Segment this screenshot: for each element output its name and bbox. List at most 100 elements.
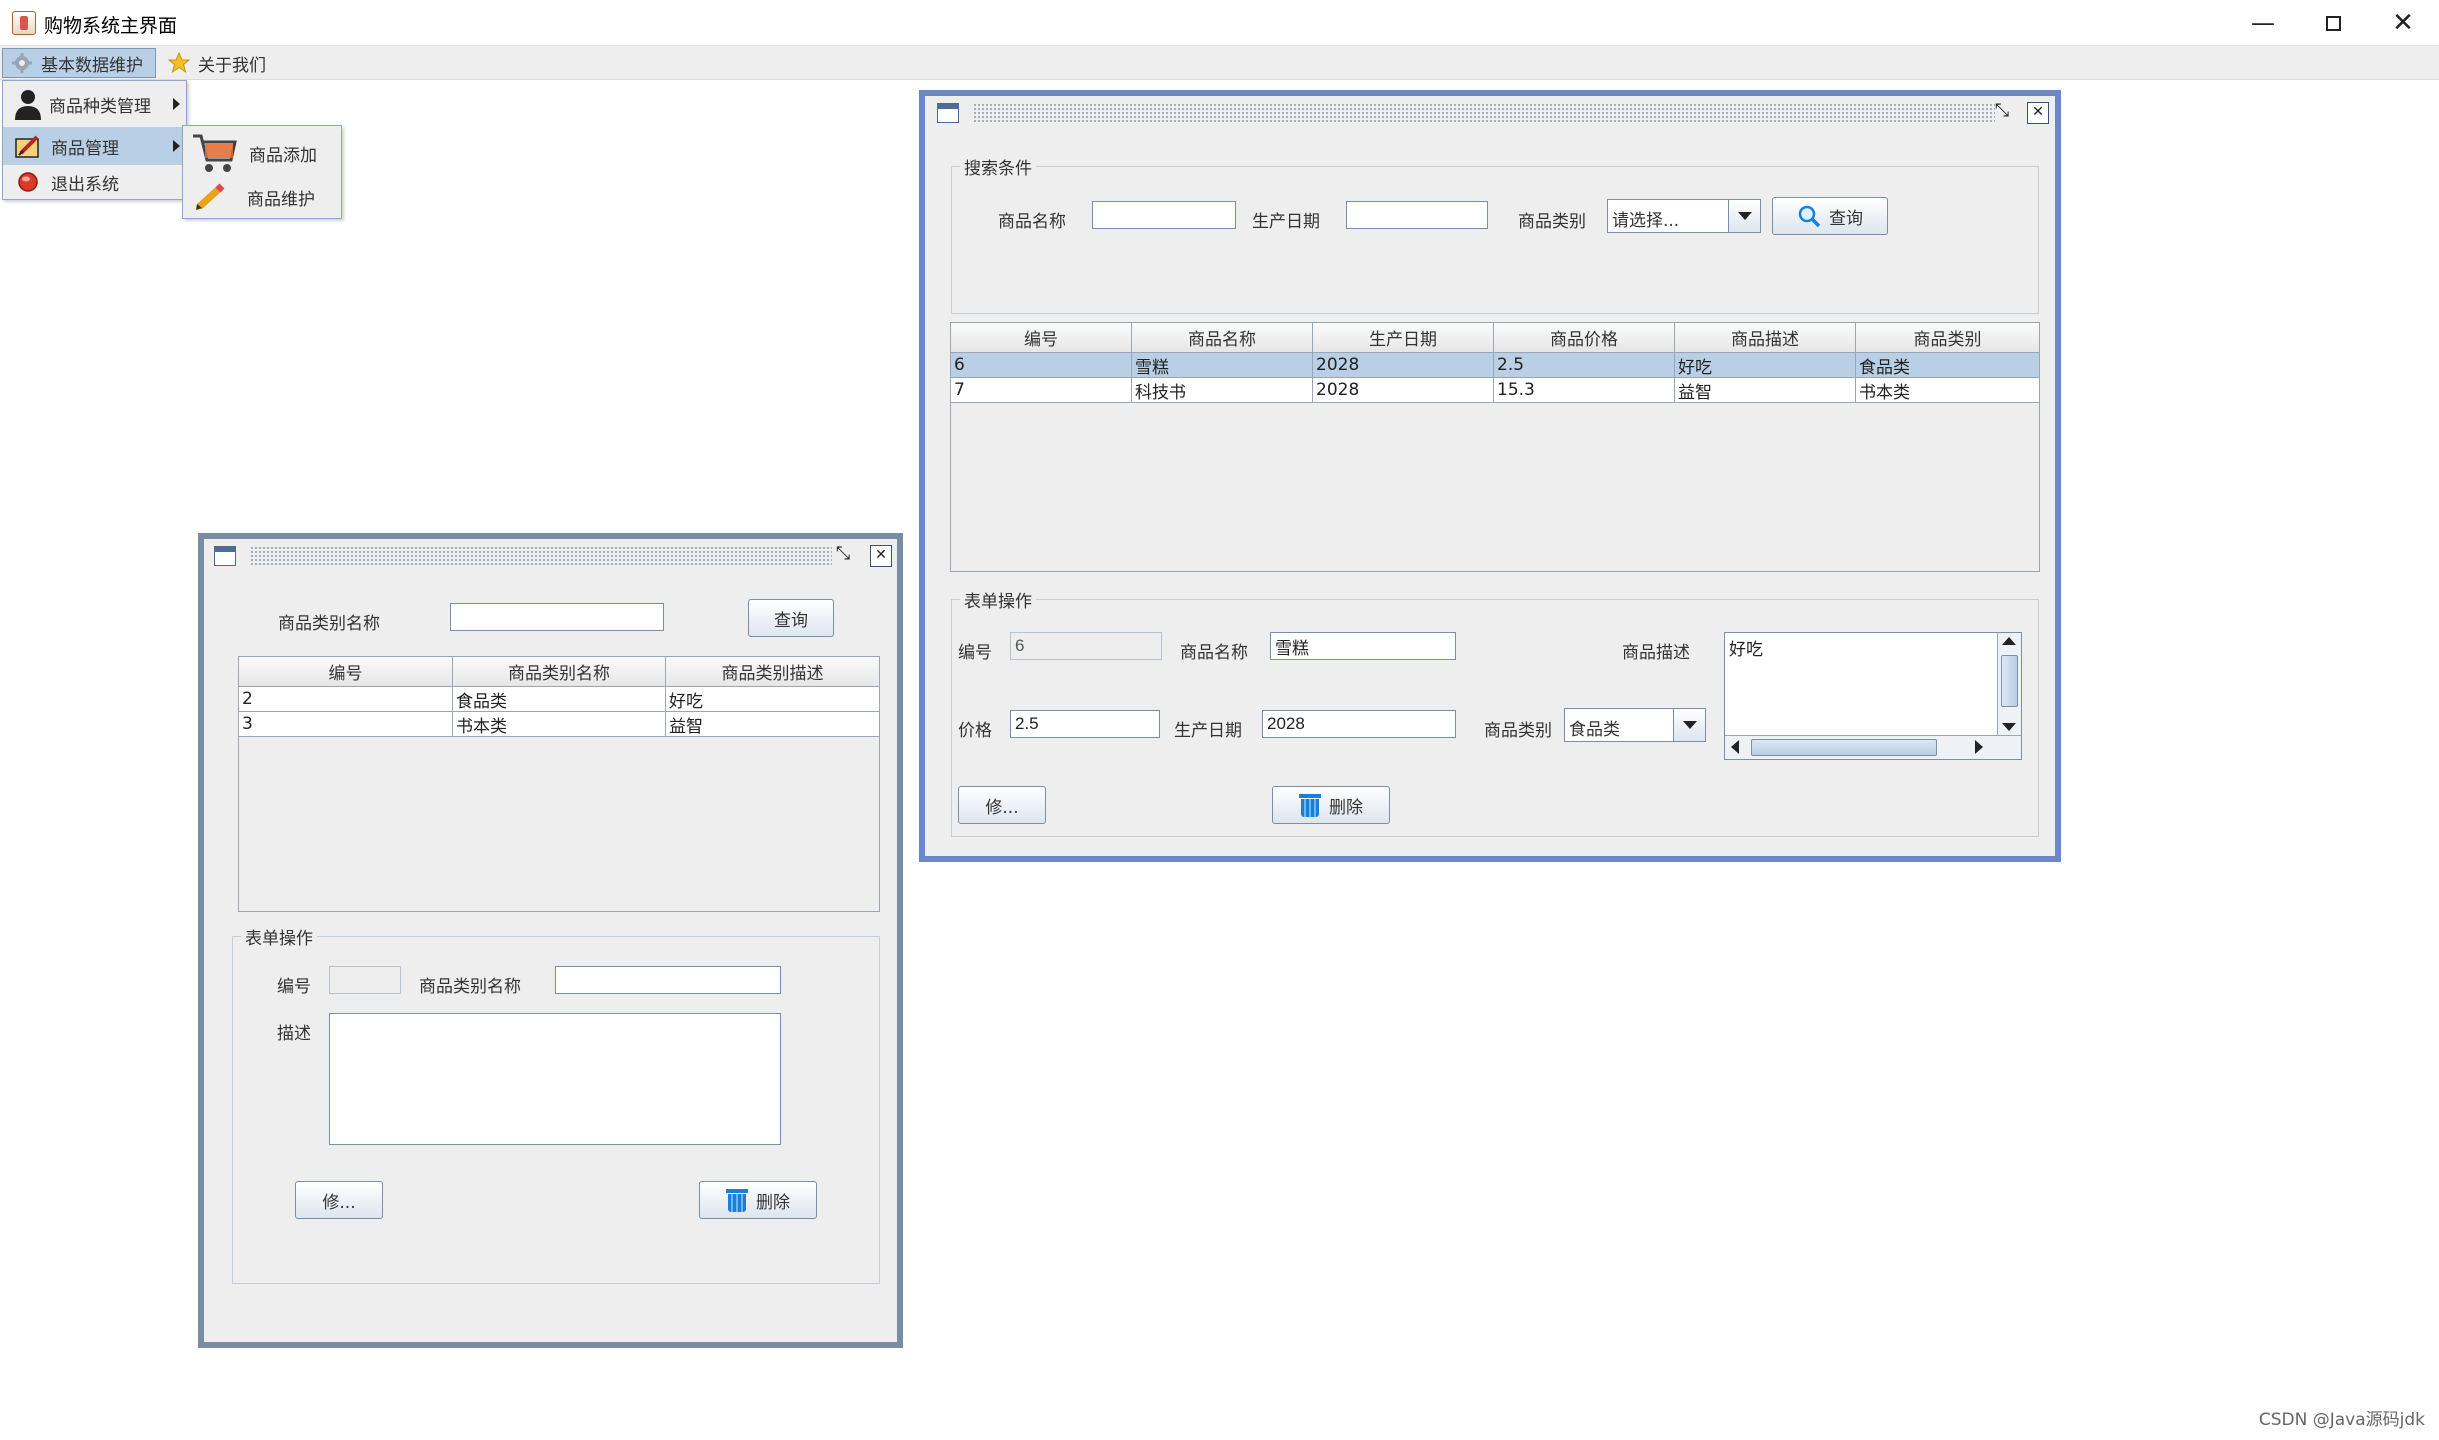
frame-titlebar[interactable]: ⤡ ✕ [204, 539, 897, 573]
product-query-button[interactable]: 查询 [1772, 197, 1888, 235]
table-cell: 科技书 [1132, 378, 1313, 403]
product-category-combobox[interactable]: 食品类 [1564, 708, 1706, 742]
product-id-label: 编号 [958, 643, 992, 663]
combobox-value: 食品类 [1569, 720, 1620, 740]
search-conditions-group: 搜索条件 商品名称 生产日期 商品类别 请选择... 查询 [951, 154, 2039, 314]
column-header[interactable]: 商品类别描述 [666, 657, 879, 687]
table-row[interactable]: 2 食品类 好吃 [239, 687, 879, 712]
search-icon [1797, 204, 1821, 228]
user-icon [11, 87, 45, 121]
product-id-field[interactable] [1010, 632, 1162, 660]
category-delete-button[interactable]: 删除 [699, 1181, 817, 1219]
table-cell: 益智 [666, 712, 879, 737]
category-id-label: 编号 [277, 977, 311, 997]
product-table[interactable]: 编号 商品名称 生产日期 商品价格 商品描述 商品类别 6 雪糕 2028 2.… [950, 322, 2040, 572]
category-id-field[interactable] [329, 966, 401, 994]
menu-item-maintain-product-label: 商品维护 [247, 189, 315, 210]
column-header[interactable]: 编号 [951, 323, 1132, 353]
table-cell: 好吃 [666, 687, 879, 712]
scroll-right-icon[interactable] [1975, 740, 1983, 754]
column-header[interactable]: 商品名称 [1132, 323, 1313, 353]
gear-icon [11, 52, 33, 74]
table-row[interactable]: 7 科技书 2028 15.3 益智 书本类 [951, 378, 2039, 403]
price-label: 价格 [958, 721, 992, 741]
menu-item-add-product[interactable]: 商品添加 [183, 130, 341, 176]
edit-icon [15, 133, 41, 159]
product-modify-button[interactable]: 修... [958, 786, 1046, 824]
chevron-down-icon[interactable] [1673, 709, 1705, 741]
chevron-down-icon[interactable] [1728, 200, 1760, 232]
table-header: 编号 商品名称 生产日期 商品价格 商品描述 商品类别 [951, 323, 2039, 353]
scroll-thumb[interactable] [2001, 655, 2018, 707]
product-query-label: 查询 [1829, 208, 1863, 229]
scroll-thumb[interactable] [1751, 739, 1937, 756]
minimize-button[interactable]: — [2228, 0, 2298, 46]
product-category-label: 商品类别 [1484, 721, 1552, 741]
product-delete-label: 删除 [1329, 797, 1363, 818]
table-cell: 食品类 [1856, 353, 2039, 378]
titlebar-grip [250, 546, 832, 566]
restore-icon[interactable]: ⤡ [1991, 102, 2013, 124]
menu-about-us[interactable]: 关于我们 [160, 48, 276, 78]
production-date-field[interactable] [1262, 710, 1456, 738]
close-frame-icon[interactable]: ✕ [870, 545, 892, 567]
price-field[interactable] [1010, 710, 1160, 738]
column-header[interactable]: 生产日期 [1313, 323, 1494, 353]
category-query-button[interactable]: 查询 [748, 599, 834, 637]
product-name-label: 商品名称 [1180, 643, 1248, 663]
menu-item-product-management-label: 商品管理 [51, 138, 119, 159]
frame-titlebar[interactable]: ⤡ ✕ [925, 96, 2055, 130]
close-frame-icon[interactable]: ✕ [2027, 102, 2049, 124]
search-group-title: 搜索条件 [960, 154, 1036, 179]
category-table[interactable]: 编号 商品类别名称 商品类别描述 2 食品类 好吃 3 书本类 益智 [238, 656, 880, 912]
table-cell: 雪糕 [1132, 353, 1313, 378]
category-name-field[interactable] [555, 966, 781, 994]
product-desc-label: 商品描述 [1622, 643, 1690, 663]
menu-item-exit-system-label: 退出系统 [51, 174, 119, 195]
product-name-field[interactable] [1270, 632, 1456, 660]
product-desc-text: 好吃 [1729, 640, 1763, 660]
category-name-search-input[interactable] [450, 603, 664, 631]
basic-data-menu-popup: 商品种类管理 商品管理 退出系统 [2, 80, 187, 200]
maximize-button[interactable] [2298, 0, 2368, 46]
menu-item-category-management[interactable]: 商品种类管理 [3, 85, 186, 123]
column-header[interactable]: 商品价格 [1494, 323, 1675, 353]
menu-item-product-management[interactable]: 商品管理 [3, 127, 186, 165]
category-management-frame: ⤡ ✕ 商品类别名称 查询 编号 商品类别名称 商品类别描述 2 食品类 好吃 … [198, 533, 903, 1348]
category-desc-label: 描述 [277, 1024, 311, 1044]
menu-item-exit-system[interactable]: 退出系统 [3, 163, 186, 201]
scroll-down-icon[interactable] [2002, 723, 2016, 731]
product-name-search-input[interactable] [1092, 201, 1236, 229]
table-cell: 益智 [1675, 378, 1856, 403]
product-delete-button[interactable]: 删除 [1272, 786, 1390, 824]
category-desc-textarea[interactable] [329, 1013, 781, 1145]
horizontal-scrollbar[interactable] [1725, 735, 2021, 759]
category-modify-button[interactable]: 修... [295, 1181, 383, 1219]
product-name-search-label: 商品名称 [998, 212, 1066, 232]
production-date-search-input[interactable] [1346, 201, 1488, 229]
column-header[interactable]: 商品类别 [1856, 323, 2039, 353]
table-row[interactable]: 3 书本类 益智 [239, 712, 879, 737]
scroll-up-icon[interactable] [2002, 637, 2016, 645]
column-header[interactable]: 商品类别名称 [453, 657, 666, 687]
close-button[interactable]: ✕ [2368, 0, 2438, 46]
column-header[interactable]: 编号 [239, 657, 453, 687]
window-title: 购物系统主界面 [44, 15, 178, 37]
star-icon [167, 51, 191, 74]
form-group-title: 表单操作 [960, 587, 1036, 612]
category-search-combobox[interactable]: 请选择... [1607, 199, 1761, 233]
combobox-value: 请选择... [1612, 211, 1680, 231]
restore-icon[interactable]: ⤡ [832, 545, 854, 567]
menubar: 基本数据维护 关于我们 [0, 46, 2439, 80]
form-group-title: 表单操作 [241, 924, 317, 949]
scroll-left-icon[interactable] [1731, 740, 1739, 754]
table-cell: 6 [951, 353, 1132, 378]
menu-item-add-product-label: 商品添加 [249, 145, 317, 166]
menu-basic-data[interactable]: 基本数据维护 [2, 48, 156, 78]
column-header[interactable]: 商品描述 [1675, 323, 1856, 353]
vertical-scrollbar[interactable] [1997, 633, 2021, 735]
exit-icon [15, 169, 41, 195]
product-desc-textarea[interactable]: 好吃 [1724, 632, 2022, 760]
menu-item-maintain-product[interactable]: 商品维护 [183, 178, 341, 216]
table-row-selected[interactable]: 6 雪糕 2028 2.5 好吃 食品类 [951, 353, 2039, 378]
